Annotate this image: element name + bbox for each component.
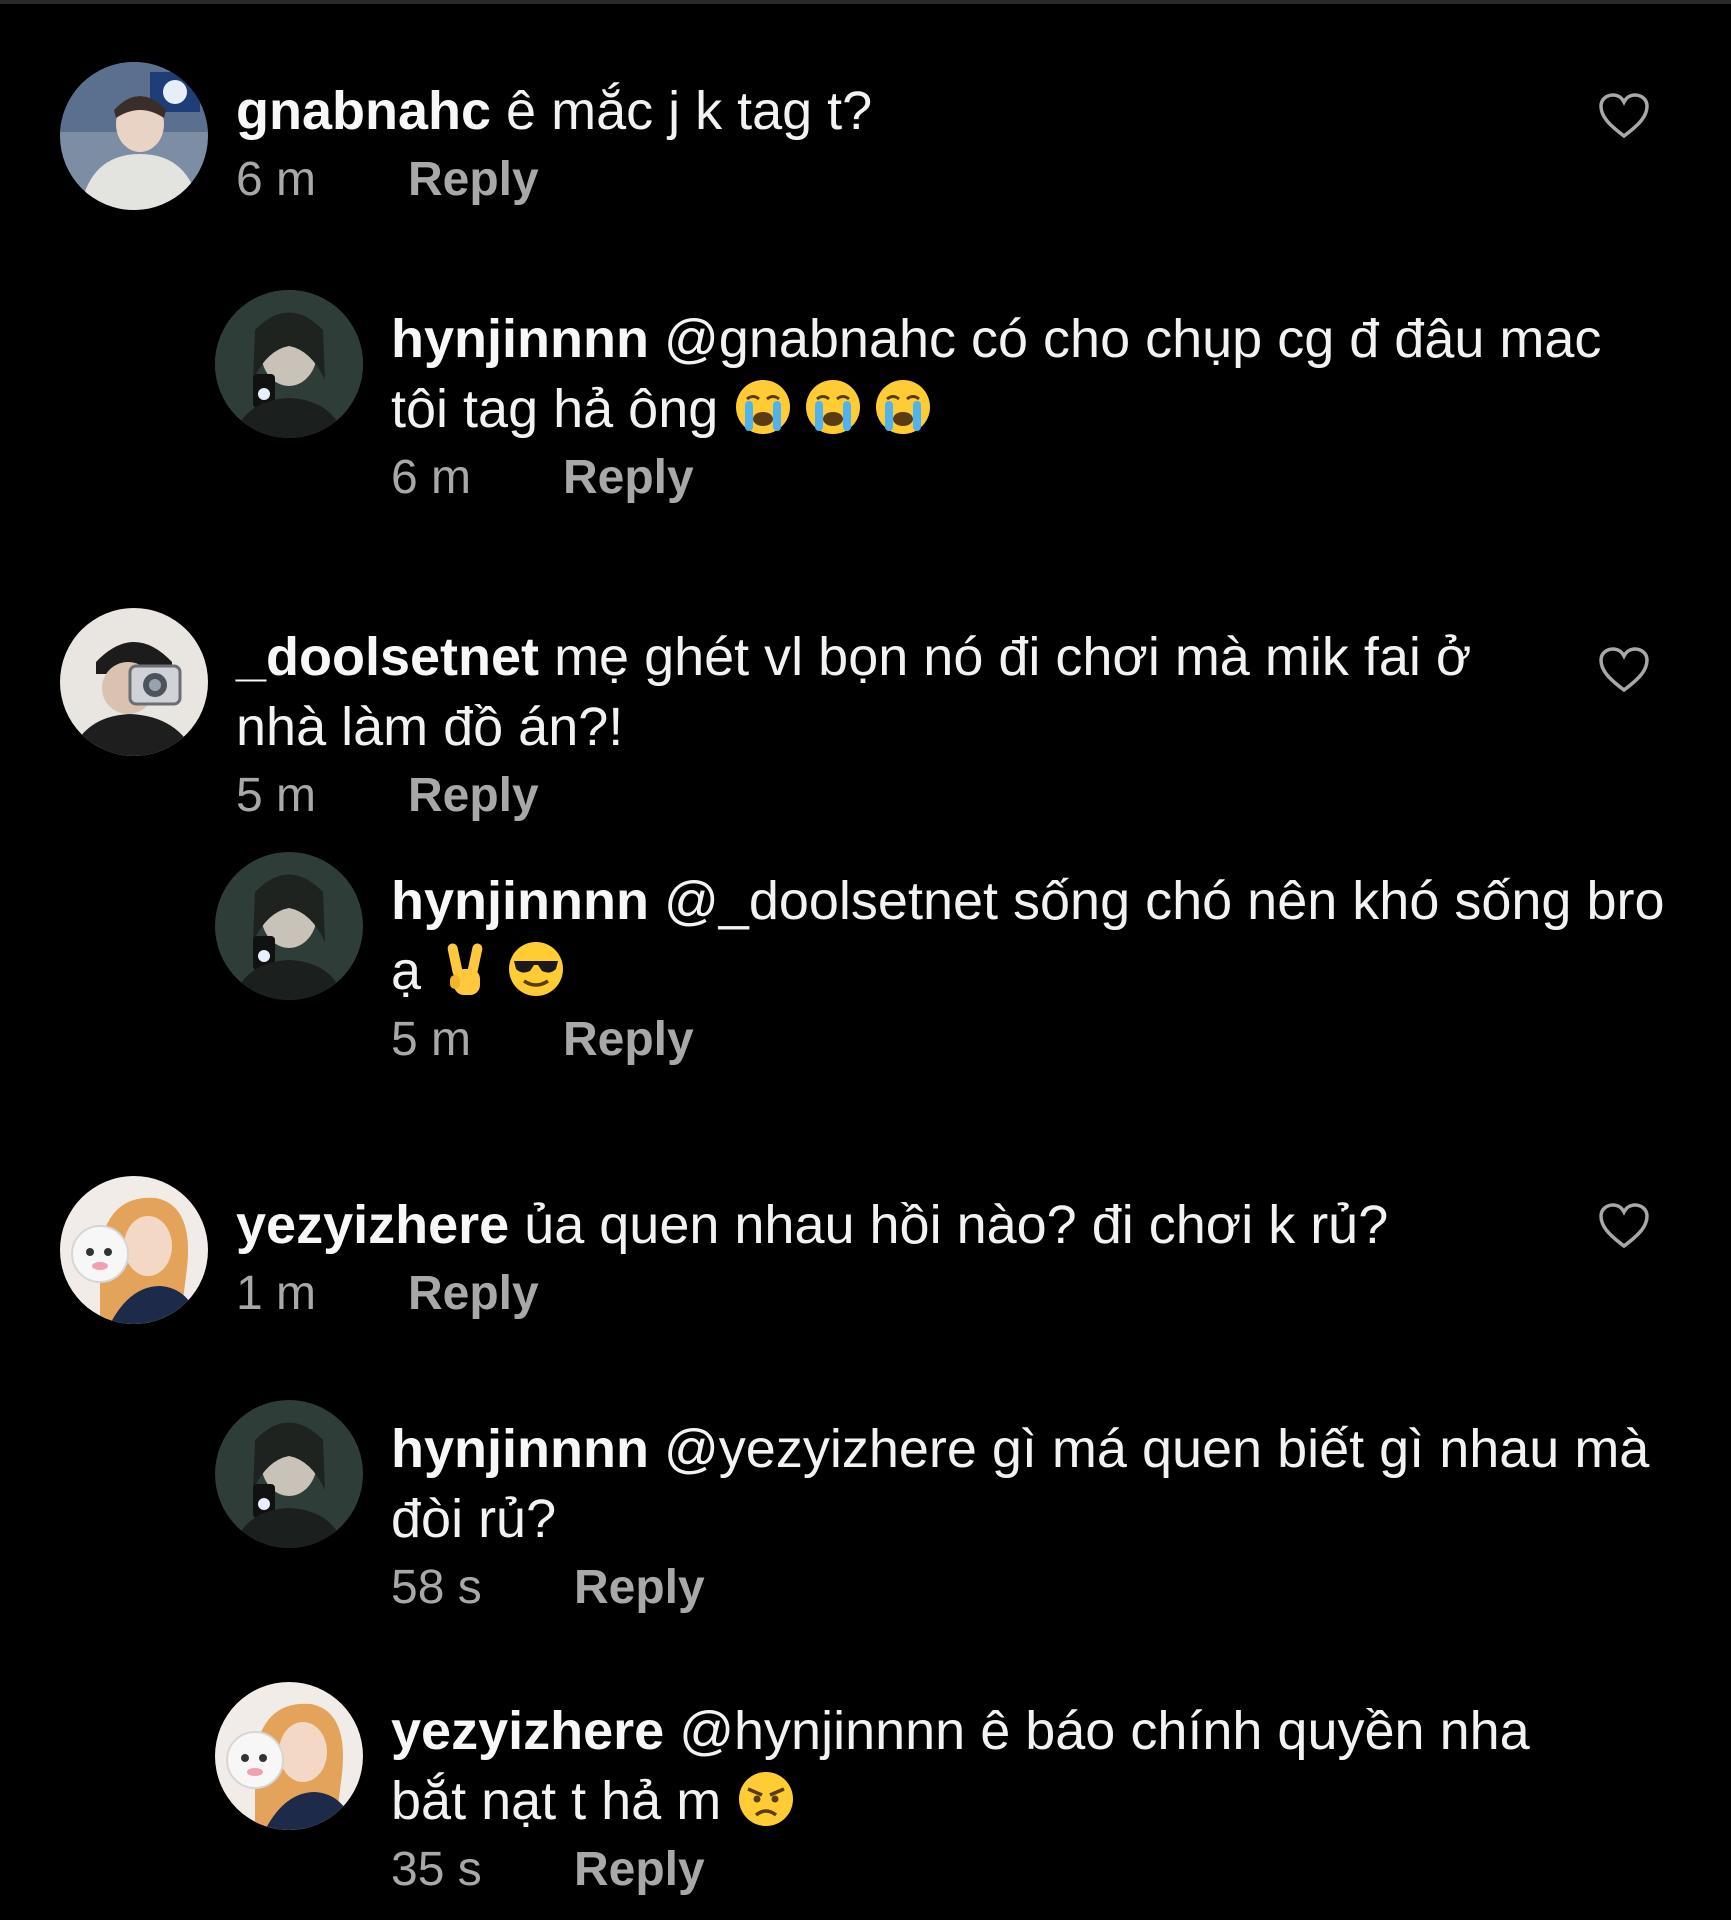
- reply-button[interactable]: Reply: [574, 1840, 705, 1900]
- comment-timestamp: 6 m: [236, 153, 317, 206]
- reply-button[interactable]: Reply: [408, 766, 539, 826]
- loudly-crying-face-icon: [736, 380, 791, 434]
- avatar[interactable]: [215, 852, 363, 1000]
- comment-meta: 6 m Reply: [236, 150, 872, 210]
- avatar[interactable]: [215, 1682, 363, 1830]
- comment-username[interactable]: hynjinnnn: [391, 309, 649, 369]
- comment-message: ủa quen nhau hồi nào? đi chơi k rủ?: [524, 1195, 1389, 1255]
- avatar[interactable]: [215, 1400, 363, 1548]
- comment-meta: 5 m Reply: [391, 1010, 1691, 1070]
- comment-text: _doolsetnet mẹ ghét vl bọn nó đi chơi mà…: [236, 622, 1556, 762]
- comment-timestamp: 5 m: [236, 769, 317, 822]
- comment-timestamp: 5 m: [391, 1013, 472, 1066]
- comment-username[interactable]: _doolsetnet: [236, 627, 539, 687]
- comment-text: yezyizhere ủa quen nhau hồi nào? đi chơi…: [236, 1190, 1388, 1260]
- top-divider: [0, 0, 1731, 4]
- loudly-crying-face-icon: [806, 380, 861, 434]
- avatar[interactable]: [215, 290, 363, 438]
- heart-icon[interactable]: [1598, 92, 1650, 140]
- comment-meta: 5 m Reply: [236, 766, 1556, 826]
- comment-meta: 35 s Reply: [391, 1840, 1611, 1900]
- avatar[interactable]: [60, 62, 208, 210]
- comment-meta: 58 s Reply: [391, 1558, 1651, 1618]
- comment-timestamp: 6 m: [391, 451, 472, 504]
- comment-username[interactable]: yezyizhere: [391, 1701, 664, 1761]
- comment-text: hynjinnnn @gnabnahc có cho chụp cg đ đâu…: [391, 304, 1641, 444]
- comment-timestamp: 1 m: [236, 1267, 317, 1320]
- victory-hand-icon: [447, 943, 483, 995]
- loudly-crying-face-icon: [876, 380, 931, 434]
- sunglasses-face-icon: [509, 942, 564, 996]
- reply-button[interactable]: Reply: [563, 448, 694, 508]
- comment-username[interactable]: gnabnahc: [236, 81, 491, 141]
- comment-timestamp: 58 s: [391, 1561, 482, 1614]
- avatar[interactable]: [60, 608, 208, 756]
- reply-button[interactable]: Reply: [563, 1010, 694, 1070]
- avatar[interactable]: [60, 1176, 208, 1324]
- comment-meta: 6 m Reply: [391, 448, 1641, 508]
- comment-text: hynjinnnn @yezyizhere gì má quen biết gì…: [391, 1414, 1651, 1554]
- comment-username[interactable]: yezyizhere: [236, 1195, 509, 1255]
- comment-meta: 1 m Reply: [236, 1264, 1388, 1324]
- heart-icon[interactable]: [1598, 646, 1650, 694]
- comment-text: gnabnahc ê mắc j k tag t?: [236, 76, 872, 146]
- comment-timestamp: 35 s: [391, 1843, 482, 1896]
- reply-button[interactable]: Reply: [408, 150, 539, 210]
- comment-username[interactable]: hynjinnnn: [391, 871, 649, 931]
- comment-message: ê mắc j k tag t?: [506, 81, 873, 141]
- reply-button[interactable]: Reply: [574, 1558, 705, 1618]
- reply-button[interactable]: Reply: [408, 1264, 539, 1324]
- comment-text: yezyizhere @hynjinnnn ê báo chính quyền …: [391, 1696, 1611, 1836]
- comment-username[interactable]: hynjinnnn: [391, 1419, 649, 1479]
- heart-icon[interactable]: [1598, 1202, 1650, 1250]
- comment-text: hynjinnnn @_doolsetnet sống chó nên khó …: [391, 866, 1691, 1006]
- angry-face-icon: [739, 1772, 794, 1826]
